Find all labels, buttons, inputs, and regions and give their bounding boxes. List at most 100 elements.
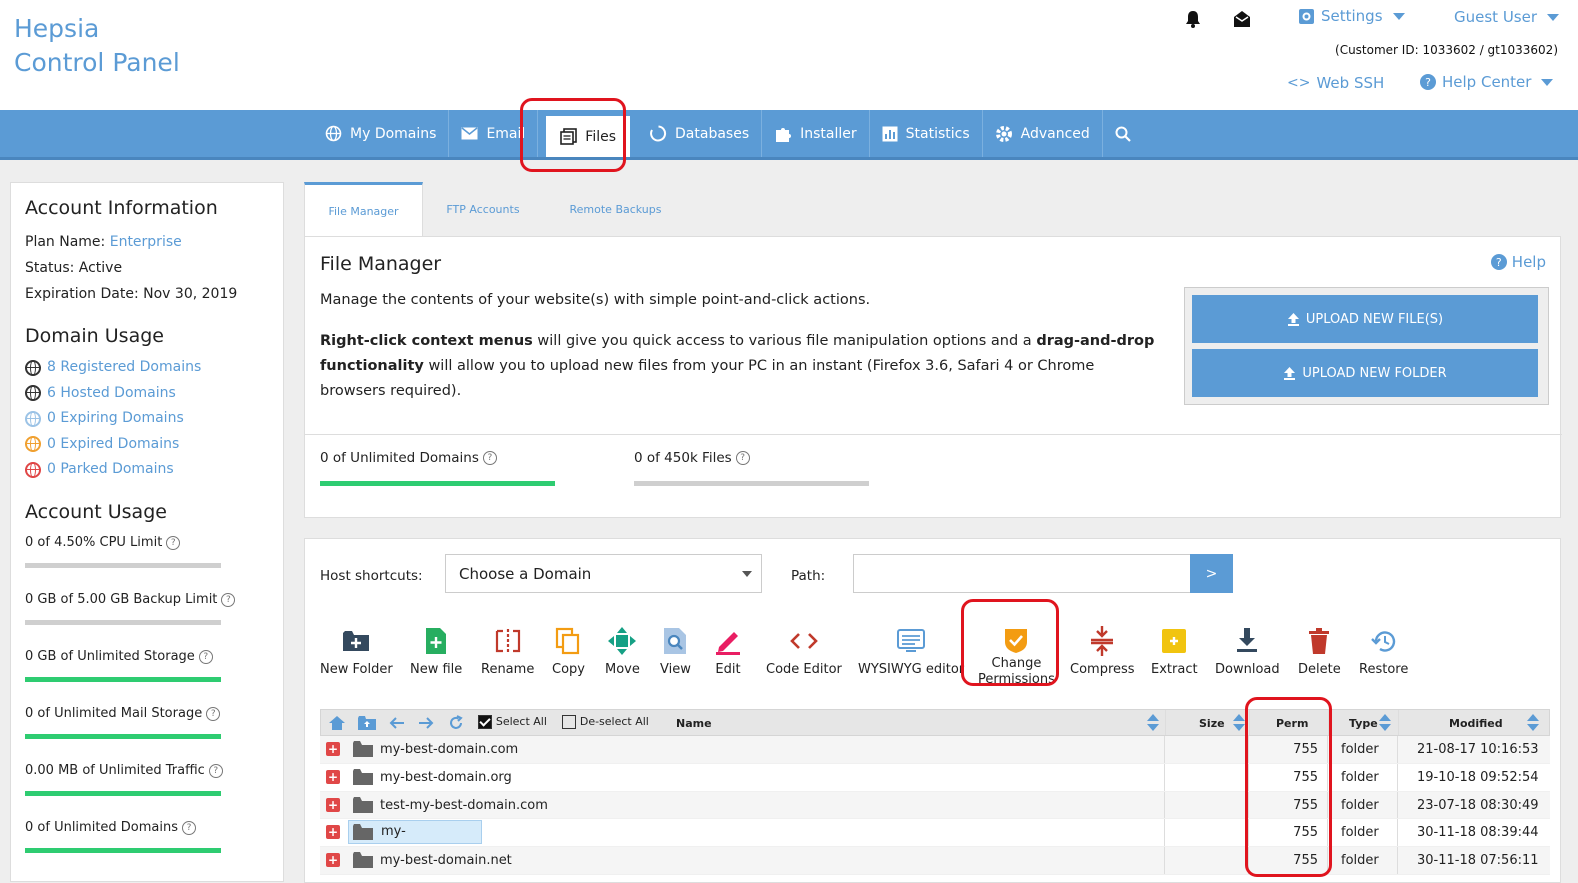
user-menu[interactable]: Guest User [1454,8,1560,26]
sort-modified-icon[interactable] [1527,714,1539,732]
domain-usage-link[interactable]: 0 Expiring Domains [47,406,184,432]
account-usage-heading: Account Usage [25,500,167,523]
nav-my-domains[interactable]: My Domains [313,110,450,157]
view-button[interactable]: View [660,626,691,677]
edit-button[interactable]: Edit [714,626,742,677]
upload-files-button[interactable]: UPLOAD NEW FILE(S) [1192,295,1538,343]
host-shortcuts-select[interactable]: Choose a Domain [445,554,762,593]
domain-usage-list: 8 Registered Domains 6 Hosted Domains 0 … [25,355,269,483]
arrow-left-icon[interactable] [389,716,405,730]
nav-search[interactable] [1103,110,1143,157]
rename-button[interactable]: Rename [481,626,534,677]
plan-value-link[interactable]: Enterprise [110,234,182,250]
database-icon [650,125,667,142]
extract-button[interactable]: Extract [1151,626,1198,677]
help-icon[interactable]: ? [206,706,221,721]
copy-button[interactable]: Copy [552,626,585,677]
help-icon[interactable]: ? [208,763,223,778]
refresh-icon[interactable] [448,715,464,731]
expand-icon[interactable]: + [326,742,340,756]
settings-menu[interactable]: Settings [1298,7,1405,25]
tab-ftp-accounts[interactable]: FTP Accounts [428,182,538,237]
help-icon[interactable]: ? [735,451,750,465]
compress-button[interactable]: Compress [1070,626,1135,677]
table-row[interactable]: + test-my-best-domain.com 755 folder 23-… [320,791,1550,820]
help-icon[interactable]: ? [221,592,236,607]
domain-usage-expiring[interactable]: 0 Expiring Domains [25,406,269,432]
path-input[interactable] [853,554,1191,593]
logo[interactable]: Hepsia Control Panel [14,12,180,80]
domain-usage-hosted[interactable]: 6 Hosted Domains [25,381,269,407]
select-all-label: Select All [495,715,547,728]
domain-usage-link[interactable]: 8 Registered Domains [47,355,201,381]
expand-icon[interactable]: + [326,797,340,812]
col-header-size[interactable]: Size [1199,717,1225,730]
table-row[interactable]: + my-best-domain.net 755 folder 30-11-18… [320,847,1550,875]
nav-statistics[interactable]: Statistics [870,110,983,157]
web-ssh-label: Web SSH [1316,74,1385,92]
nav-advanced[interactable]: Advanced [983,110,1103,157]
col-header-modified[interactable]: Modified [1449,717,1503,730]
usage-bar [25,733,221,739]
file-name[interactable]: my-best-domain.net [380,853,512,868]
table-row[interactable]: + my-domain.com 755 folder 30-11-18 08:3… [320,819,1550,861]
sort-size-icon[interactable] [1233,714,1245,732]
help-icon[interactable]: ? [482,451,497,465]
select-all-control[interactable]: Select All [478,715,547,729]
globe-icon [25,359,41,376]
help-link[interactable]: ? Help [1490,253,1546,271]
file-name[interactable]: my-best-domain.org [380,770,512,785]
domain-usage-link[interactable]: 6 Hosted Domains [47,381,176,407]
file-modified: 21-08-17 10:16:53 [1417,742,1539,757]
help-icon[interactable]: ? [166,535,181,550]
help-icon[interactable]: ? [182,820,197,835]
file-name[interactable]: my-best-domain.com [380,742,518,757]
column-divider [1397,736,1398,763]
tab-remote-backups[interactable]: Remote Backups [558,182,673,237]
domain-usage-registered[interactable]: 8 Registered Domains [25,355,269,381]
sort-name-icon[interactable] [1147,714,1159,732]
nav-databases[interactable]: Databases [638,110,763,157]
folder-up-icon[interactable] [358,716,376,730]
help-icon[interactable]: ? [198,649,213,664]
move-button[interactable]: Move [605,626,640,677]
download-button[interactable]: Download [1215,626,1280,677]
new-file-button[interactable]: New file [410,626,462,677]
file-type: folder [1341,825,1379,841]
bell-icon[interactable] [1183,9,1203,29]
home-icon[interactable] [329,716,345,730]
expand-icon[interactable]: + [326,853,340,868]
wysiwyg-editor-button[interactable]: WYSIWYG editor [858,626,964,677]
deselect-all-checkbox[interactable] [562,715,576,729]
grid-header: Select All De-select All Name Size Perm … [320,709,1550,736]
domain-usage-expired[interactable]: 0 Expired Domains [25,432,269,458]
delete-button[interactable]: Delete [1298,626,1341,677]
restore-button[interactable]: Restore [1359,626,1408,677]
envelope-open-icon[interactable] [1232,9,1252,29]
table-row[interactable]: + my-best-domain.com 755 folder 21-08-17… [320,736,1550,764]
path-go-button[interactable]: > [1190,554,1233,593]
domain-usage-parked[interactable]: 0 Parked Domains [25,457,269,483]
new-folder-button[interactable]: New Folder [320,626,393,677]
web-ssh-link[interactable]: <> Web SSH [1287,74,1384,92]
upload-folder-button[interactable]: UPLOAD NEW FOLDER [1192,349,1538,397]
expand-icon[interactable]: + [326,825,340,840]
select-all-checkbox[interactable] [478,715,492,729]
envelope-icon [461,127,478,140]
domain-usage-link[interactable]: 0 Parked Domains [47,457,174,483]
domain-usage-link[interactable]: 0 Expired Domains [47,432,179,458]
quota-stats: 0 of Unlimited Domains? 0 of 450k Files? [305,434,1562,518]
nav-installer[interactable]: Installer [762,110,870,157]
code-editor-button[interactable]: Code Editor [766,626,842,677]
help-center-menu[interactable]: ? Help Center [1420,73,1554,91]
arrow-right-icon[interactable] [418,716,434,730]
table-row[interactable]: + my-best-domain.org 755 folder 19-10-18… [320,763,1550,792]
tab-file-manager[interactable]: File Manager [304,182,423,238]
expand-icon[interactable]: + [326,769,340,784]
code-brackets-icon: <> [1287,75,1311,91]
deselect-all-control[interactable]: De-select All [562,715,649,729]
col-header-type[interactable]: Type [1349,717,1378,730]
col-header-name[interactable]: Name [676,717,712,730]
file-name[interactable]: test-my-best-domain.com [380,798,548,813]
sort-type-icon[interactable] [1379,714,1391,732]
